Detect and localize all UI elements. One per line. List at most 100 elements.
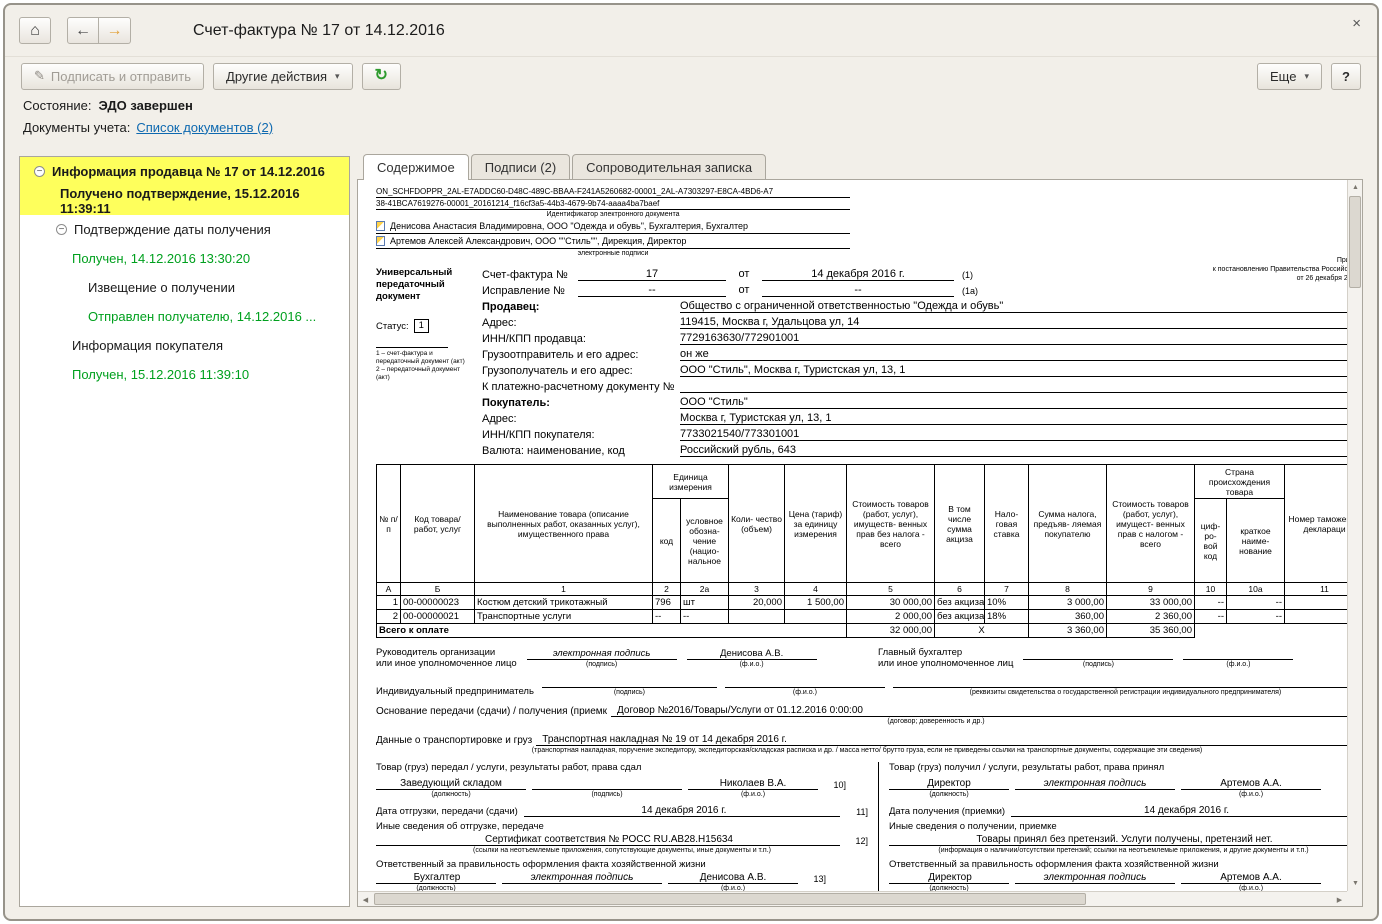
- tree-item-seller-info[interactable]: − Информация продавца № 17 от 14.12.2016: [20, 157, 349, 186]
- col-unit-code: код: [652, 498, 681, 583]
- signer-line: Денисова Анастасия Владимировна, ООО "Од…: [376, 219, 850, 234]
- col-name: Наименование товара (описание выполненны…: [474, 464, 653, 583]
- collapse-icon[interactable]: −: [56, 224, 67, 235]
- back-button[interactable]: ←: [67, 17, 99, 44]
- table-cell: [728, 609, 785, 624]
- scroll-down-icon[interactable]: ▼: [1348, 876, 1362, 891]
- close-icon[interactable]: ×: [1352, 15, 1361, 32]
- col-unit-symbol: условное обозна- чение (нацио- нальное: [680, 498, 729, 583]
- field-row-buyer: Покупатель: ООО "Стиль": [482, 393, 1358, 409]
- forward-button[interactable]: →: [99, 17, 131, 44]
- more-button[interactable]: Еще ▾: [1257, 62, 1322, 90]
- total-tax: 3 360,00: [1028, 623, 1107, 638]
- chevron-down-icon: ▾: [1304, 70, 1309, 81]
- signer-text: Денисова Анастасия Владимировна, ООО "Од…: [390, 221, 748, 231]
- ship-date: 14 декабря 2016 г.: [523, 805, 840, 817]
- accounting-docs-line: Документы учета: Список документов (2): [5, 117, 1377, 141]
- receive-other-info: Товары принял без претензий. Услуги полу…: [889, 834, 1358, 846]
- status-value: ЭДО завершен: [98, 97, 193, 113]
- table-cell: 30 000,00: [846, 595, 935, 610]
- table-cell: 00-00000023: [400, 595, 475, 610]
- footnote: 1 – счет-фактура и передаточный документ…: [376, 350, 465, 365]
- field-row-seller: Продавец: Общество с ограниченной ответс…: [482, 297, 1358, 313]
- help-button[interactable]: ?: [1331, 62, 1361, 90]
- electronic-signature-stamp: электронная подпись: [502, 872, 662, 884]
- table-cell: --: [1226, 609, 1285, 624]
- forward-arrow-icon: →: [106, 21, 123, 39]
- scroll-right-icon[interactable]: ▶: [1332, 892, 1347, 906]
- col-tax-rate: Нало- говая ставка: [984, 464, 1029, 583]
- table-cell: Транспортные услуги: [474, 609, 653, 624]
- refresh-button[interactable]: ↻: [361, 62, 401, 90]
- tree-item-date-confirmation[interactable]: − Подтверждение даты получения: [20, 215, 349, 244]
- tree-item-seller-confirmation[interactable]: Получено подтверждение, 15.12.2016 11:39…: [20, 185, 349, 216]
- tree-item-label: Подтверждение даты получения: [74, 222, 271, 237]
- invoice-document: ON_SCHFDOPPR_2AL-E7ADDC60-D48C-489C-BBAA…: [376, 186, 1362, 895]
- handover-resp-name: Денисова А.В.: [668, 872, 798, 884]
- tree-item-notice-sent[interactable]: Отправлен получателю, 14.12.2016 ...: [20, 302, 349, 331]
- horizontal-scrollbar[interactable]: ◀ ▶: [358, 891, 1347, 906]
- tree-item-date-received[interactable]: Получен, 14.12.2016 13:30:20: [20, 244, 349, 273]
- footnote: 2 – передаточный документ (акт): [376, 366, 460, 381]
- scroll-up-icon[interactable]: ▲: [1348, 180, 1362, 195]
- table-cell: --: [1194, 609, 1227, 624]
- field-row-currency: Валюта: наименование, код Российский руб…: [482, 441, 1358, 457]
- field-row-payment-doc: К платежно-расчетному документу №: [482, 377, 1358, 393]
- receive-date: 14 декабря 2016 г.: [1011, 805, 1358, 817]
- electronic-signature-stamp: электронная подпись: [526, 648, 677, 660]
- table-cell: 1 500,00: [784, 595, 847, 610]
- col-qty: Коли- чество (объем): [728, 464, 785, 583]
- handover-name: Николаев В.А.: [688, 778, 818, 790]
- sign-send-button[interactable]: ✎ Подписать и отправить: [21, 62, 205, 90]
- vertical-scroll-thumb[interactable]: [1349, 196, 1361, 288]
- handover-resp-position: Бухгалтер: [376, 872, 496, 884]
- table-cell: 360,00: [1028, 609, 1107, 624]
- tree-item-receipt-notice[interactable]: Извещение о получении: [20, 273, 349, 302]
- table-cell: --: [1194, 595, 1227, 610]
- table-cell: 2 000,00: [846, 609, 935, 624]
- doc-id-block: ON_SCHFDOPPR_2AL-E7ADDC60-D48C-489C-BBAA…: [376, 186, 850, 258]
- back-arrow-icon: ←: [75, 21, 91, 39]
- other-actions-button[interactable]: Другие действия ▾: [213, 62, 353, 90]
- signature-icon: [376, 221, 385, 231]
- vertical-scrollbar[interactable]: ▲ ▼: [1347, 180, 1362, 891]
- table-cell: Костюм детский трикотажный: [474, 595, 653, 610]
- upd-column: Универсальный передаточный документ Стат…: [376, 265, 482, 457]
- docs-label: Документы учета:: [23, 119, 131, 135]
- footnote-separator: [376, 347, 448, 348]
- edo-tree: − Информация продавца № 17 от 14.12.2016…: [19, 156, 350, 907]
- tab-content[interactable]: Содержимое: [363, 154, 469, 180]
- collapse-icon[interactable]: −: [34, 166, 45, 177]
- scrollbar-corner: [1347, 891, 1362, 906]
- table-cell: --: [1226, 595, 1285, 610]
- tree-item-buyer-received[interactable]: Получен, 15.12.2016 11:39:10: [20, 360, 349, 389]
- more-label: Еще: [1270, 68, 1297, 84]
- scroll-left-icon[interactable]: ◀: [358, 892, 373, 906]
- tab-bar: Содержимое Подписи (2) Сопроводительная …: [357, 151, 1363, 180]
- field-row-buyer-address: Адрес: Москва г, Туристская ул, 13, 1: [482, 409, 1358, 425]
- col-tax-amount: Сумма налога, предъяв- ляемая покупателю: [1028, 464, 1107, 583]
- main-area: − Информация продавца № 17 от 14.12.2016…: [19, 151, 1363, 907]
- table-cell: 2 360,00: [1106, 609, 1195, 624]
- basis-caption: (договор; доверенность и др.): [887, 718, 985, 725]
- home-button[interactable]: ⌂: [19, 17, 51, 44]
- signers-caption: электронные подписи: [577, 250, 649, 257]
- items-table: № п/п Код товара/ работ, услуг Наименова…: [376, 464, 1362, 638]
- col-excise: В том числе сумма акциза: [934, 464, 985, 583]
- tab-cover-note[interactable]: Сопроводительная записка: [572, 154, 767, 179]
- field-row-consignee: Грузополучатель и его адрес: ООО "Стиль"…: [482, 361, 1358, 377]
- invoice-number: 17: [578, 268, 726, 281]
- table-cell: 796: [652, 595, 681, 610]
- pen-icon: ✎: [34, 68, 45, 83]
- basis-row: Основание передачи (сдачи) / получения (…: [376, 705, 1358, 717]
- tab-signatures[interactable]: Подписи (2): [470, 154, 571, 179]
- signature-icon: [376, 236, 385, 246]
- appendix-note: Приложени к постановлению Правительства …: [1212, 257, 1363, 282]
- table-cell: --: [652, 609, 681, 624]
- tree-item-label: Получено подтверждение, 15.12.2016 11:39…: [60, 185, 300, 216]
- docs-list-link[interactable]: Список документов (2): [136, 120, 273, 135]
- table-cell: 20,000: [728, 595, 785, 610]
- horizontal-scroll-thumb[interactable]: [374, 893, 1087, 905]
- tree-item-buyer-info[interactable]: Информация покупателя: [20, 331, 349, 360]
- electronic-signature-stamp: электронная подпись: [1015, 778, 1175, 790]
